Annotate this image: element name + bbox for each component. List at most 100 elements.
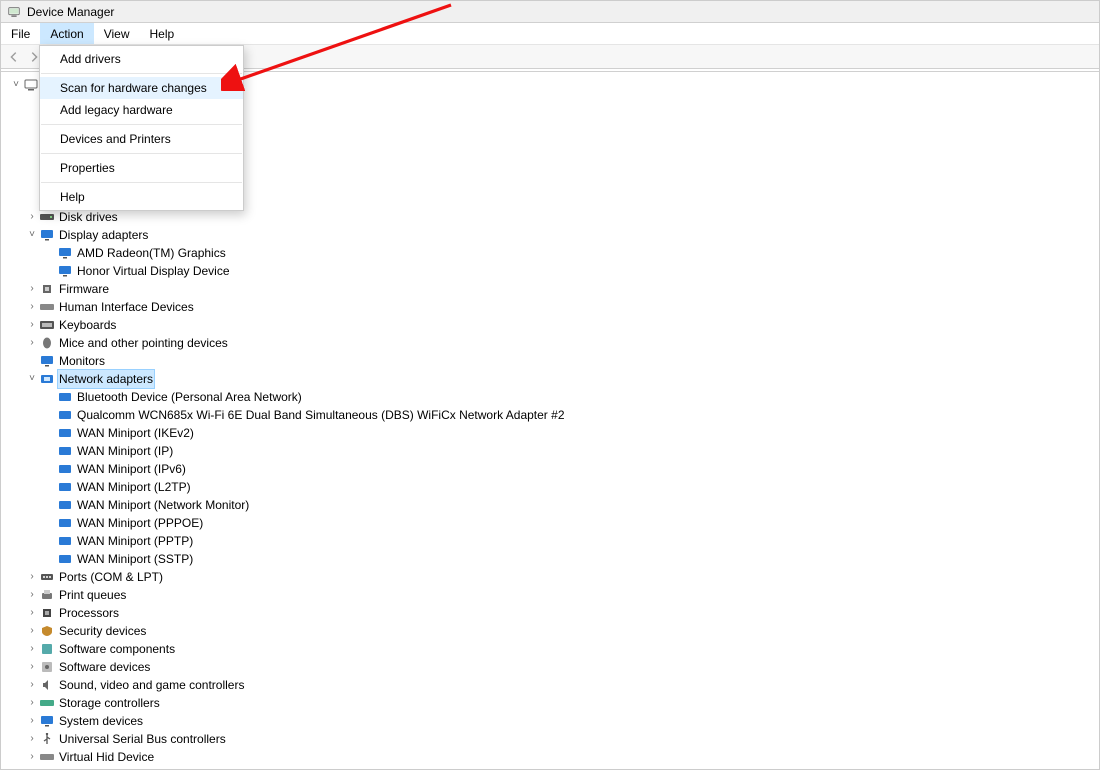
menu-properties[interactable]: Properties [40,157,243,179]
menu-item-help[interactable]: Help [140,23,185,44]
tree-item-sound[interactable]: ›Sound, video and game controllers [3,676,1099,694]
tree-item-wan-l2tp[interactable]: WAN Miniport (L2TP) [3,478,1099,496]
tree-item-wan-ip[interactable]: WAN Miniport (IP) [3,442,1099,460]
chevron-right-icon[interactable]: › [25,334,39,352]
tree-item-honor-virtual-display[interactable]: Honor Virtual Display Device [3,262,1099,280]
chevron-right-icon[interactable]: › [25,568,39,586]
display-icon [57,246,73,260]
tree-item-amd-radeon[interactable]: AMD Radeon(TM) Graphics [3,244,1099,262]
chevron-right-icon[interactable]: › [25,712,39,730]
chevron-right-icon[interactable]: › [25,604,39,622]
network-icon [57,480,73,494]
tree-item-label: Security devices [58,622,147,640]
chevron-right-icon[interactable]: › [25,280,39,298]
tree-item-print-queues[interactable]: ›Print queues [3,586,1099,604]
monitor-icon [39,354,55,368]
tree-item-label: Storage controllers [58,694,161,712]
storage-icon [39,696,55,710]
chevron-right-icon[interactable]: › [25,640,39,658]
hid-icon [39,750,55,764]
tree-item-label: WAN Miniport (IPv6) [76,460,187,478]
tree-item-storage-controllers[interactable]: › Storage controllers [3,694,1099,712]
tree-item-system-devices[interactable]: ›System devices [3,712,1099,730]
chevron-right-icon[interactable]: › [25,676,39,694]
device-manager-icon [7,5,21,19]
tree-item-software-components[interactable]: ›Software components [3,640,1099,658]
tree-item-label: WAN Miniport (L2TP) [76,478,192,496]
chevron-right-icon[interactable]: › [25,298,39,316]
menu-separator [41,182,242,183]
menu-devices-and-printers[interactable]: Devices and Printers [40,128,243,150]
menu-add-legacy-hardware[interactable]: Add legacy hardware [40,99,243,121]
action-dropdown: Add drivers Scan for hardware changes Ad… [39,45,244,211]
tree-item-label: Processors [58,604,120,622]
menu-item-action[interactable]: Action [40,23,93,44]
network-icon [57,516,73,530]
disk-icon [39,210,55,224]
tree-item-wan-ipv6[interactable]: WAN Miniport (IPv6) [3,460,1099,478]
tree-item-network-adapters[interactable]: ˅ Network adapters [3,370,1099,388]
network-icon [57,462,73,476]
computer-icon [23,78,39,92]
tree-item-label: WAN Miniport (IP) [76,442,174,460]
menu-item-view[interactable]: View [94,23,140,44]
tree-item-wan-pppoe[interactable]: WAN Miniport (PPPOE) [3,514,1099,532]
tree-item-label: Human Interface Devices [58,298,195,316]
toolbar-back-button[interactable] [5,48,23,66]
tree-item-software-devices[interactable]: › Software devices [3,658,1099,676]
tree-item-processors[interactable]: › Processors [3,604,1099,622]
menu-item-file[interactable]: File [1,23,40,44]
chevron-right-icon[interactable]: › [25,586,39,604]
menu-scan-hardware-changes[interactable]: Scan for hardware changes [40,77,243,99]
tree-item-label: Software devices [58,658,151,676]
menu-separator [41,124,242,125]
tree-item-label: Virtual Hid Device [58,748,155,766]
tree-item-security-devices[interactable]: › Security devices [3,622,1099,640]
tree-item-label: Honor Virtual Display Device [76,262,231,280]
tree-item-usb-controllers[interactable]: ›Universal Serial Bus controllers [3,730,1099,748]
title-bar: Device Manager [1,1,1099,23]
tree-item-wan-netmon[interactable]: WAN Miniport (Network Monitor) [3,496,1099,514]
tree-item-bt-pan[interactable]: Bluetooth Device (Personal Area Network) [3,388,1099,406]
menu-bar: File Action View Help [1,23,1099,45]
chevron-right-icon[interactable]: › [25,622,39,640]
chevron-right-icon[interactable]: › [25,208,39,226]
network-icon [57,498,73,512]
tree-item-label: WAN Miniport (SSTP) [76,550,194,568]
tree-item-wan-sstp[interactable]: WAN Miniport (SSTP) [3,550,1099,568]
chevron-down-icon[interactable]: ˅ [9,76,23,94]
menu-add-drivers[interactable]: Add drivers [40,48,243,70]
software-device-icon [39,660,55,674]
device-manager-window: Device Manager File Action View Help Add… [0,0,1100,770]
speaker-icon [39,678,55,692]
chevron-down-icon[interactable]: ˅ [25,370,39,388]
tree-item-label: Firmware [58,280,110,298]
tree-item-keyboards[interactable]: › Keyboards [3,316,1099,334]
chevron-right-icon[interactable]: › [25,730,39,748]
chevron-right-icon[interactable]: › [25,748,39,766]
cpu-icon [39,606,55,620]
network-icon [57,408,73,422]
tree-item-virtual-hid[interactable]: › Virtual Hid Device [3,748,1099,766]
tree-item-label: WAN Miniport (IKEv2) [76,424,195,442]
tree-item-wan-pptp[interactable]: WAN Miniport (PPTP) [3,532,1099,550]
tree-item-ports[interactable]: › Ports (COM & LPT) [3,568,1099,586]
port-icon [39,570,55,584]
chip-icon [39,282,55,296]
tree-item-label: Monitors [58,352,106,370]
chevron-right-icon[interactable]: › [25,694,39,712]
usb-icon [39,732,55,746]
tree-item-firmware[interactable]: › Firmware [3,280,1099,298]
tree-item-monitors[interactable]: Monitors [3,352,1099,370]
chevron-right-icon[interactable]: › [25,658,39,676]
chevron-down-icon[interactable]: ˅ [25,226,39,244]
tree-item-label: Ports (COM & LPT) [58,568,164,586]
chevron-right-icon[interactable]: › [25,316,39,334]
tree-item-display-adapters[interactable]: ˅ Display adapters [3,226,1099,244]
tree-item-label: Network adapters [58,370,154,388]
tree-item-hid[interactable]: › Human Interface Devices [3,298,1099,316]
menu-help[interactable]: Help [40,186,243,208]
tree-item-mice[interactable]: › Mice and other pointing devices [3,334,1099,352]
tree-item-qualcomm-wifi[interactable]: Qualcomm WCN685x Wi-Fi 6E Dual Band Simu… [3,406,1099,424]
tree-item-wan-ikev2[interactable]: WAN Miniport (IKEv2) [3,424,1099,442]
